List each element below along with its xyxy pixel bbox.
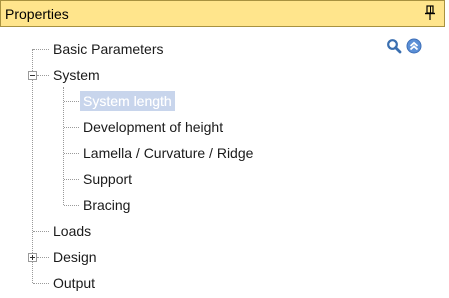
design-expand-toggle[interactable] — [28, 253, 37, 262]
tree-branch — [64, 179, 79, 180]
tree-root-line — [32, 49, 33, 283]
panel-header: Properties — [0, 0, 445, 27]
tree-branch — [37, 75, 49, 76]
tree-item-development-of-height[interactable]: Development of height — [80, 117, 226, 137]
properties-panel: Properties Basic Parameters System Syste… — [0, 0, 449, 298]
collapse-up-icon[interactable] — [406, 38, 422, 54]
tree-item-system-length[interactable]: System length — [80, 91, 175, 111]
tree-item-support[interactable]: Support — [80, 169, 135, 189]
tree-item-lamella-curvature-ridge[interactable]: Lamella / Curvature / Ridge — [80, 143, 256, 163]
tree-item-bracing[interactable]: Bracing — [80, 195, 133, 215]
tree-branch — [33, 283, 49, 284]
tree-item-loads[interactable]: Loads — [50, 221, 94, 241]
tree-item-basic-parameters[interactable]: Basic Parameters — [50, 39, 166, 59]
panel-title: Properties — [5, 6, 69, 22]
system-children-line — [63, 87, 64, 205]
tree-branch — [64, 205, 79, 206]
tree-item-output[interactable]: Output — [50, 273, 98, 293]
pin-icon[interactable] — [424, 5, 436, 21]
tree-branch — [33, 49, 49, 50]
tree-item-design[interactable]: Design — [50, 247, 100, 267]
tree-branch — [64, 101, 79, 102]
tree-branch — [37, 257, 49, 258]
tree-branch — [64, 127, 79, 128]
tree-item-system[interactable]: System — [50, 65, 103, 85]
system-collapse-toggle[interactable] — [28, 71, 37, 80]
tree-branch — [64, 153, 79, 154]
search-icon[interactable] — [386, 38, 402, 54]
tree-branch — [33, 231, 49, 232]
